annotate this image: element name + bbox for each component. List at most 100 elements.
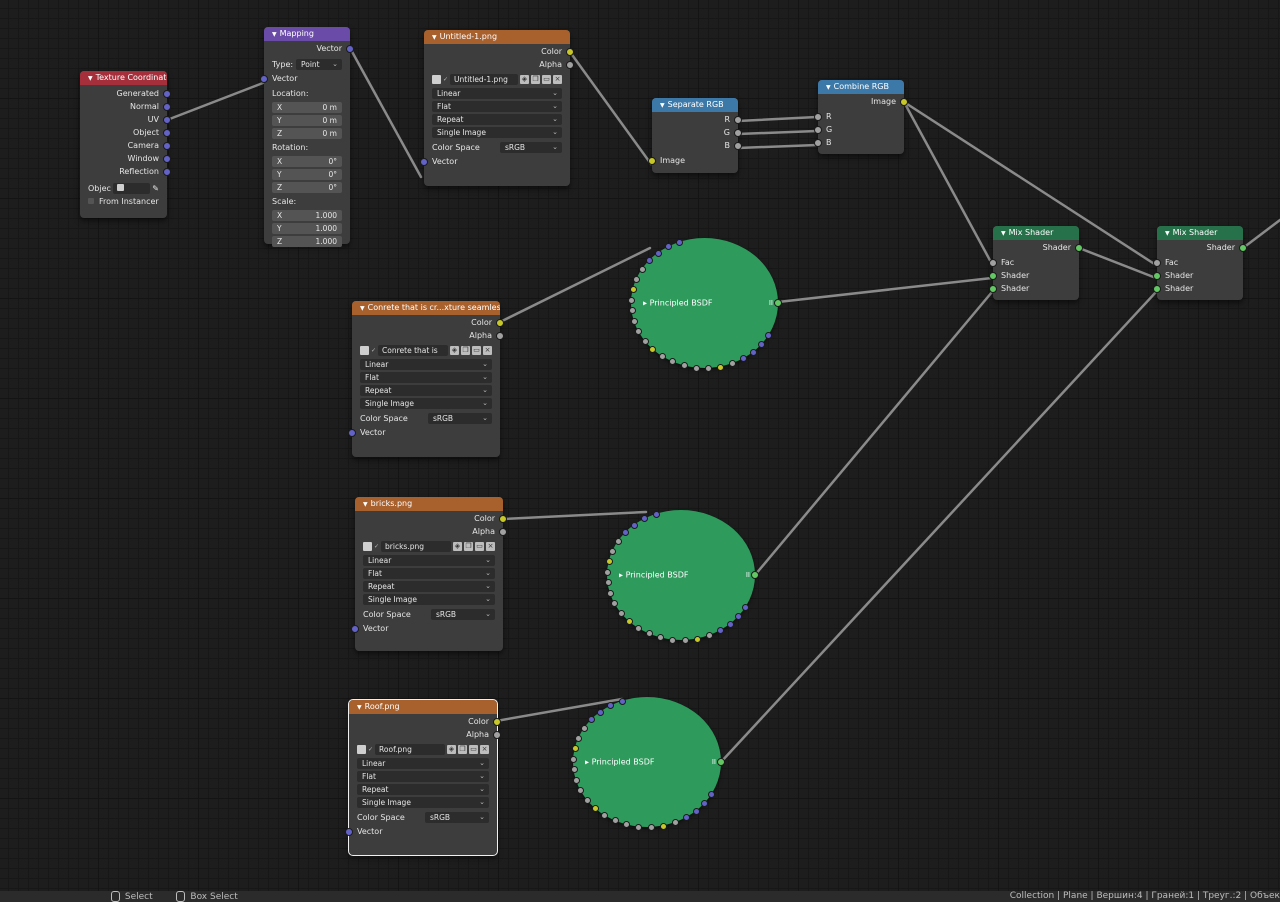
socket-vector-out[interactable] <box>346 45 354 53</box>
close-icon[interactable]: × <box>553 74 562 84</box>
socket-vector-in[interactable] <box>348 429 356 437</box>
bsdf-input-socket[interactable] <box>635 328 643 336</box>
socket-shader2-in[interactable] <box>989 285 997 293</box>
scale-x-field[interactable]: X 1.000 <box>272 210 342 221</box>
bsdf-input-socket[interactable] <box>758 341 766 349</box>
collapse-arrow-icon[interactable]: ▼ <box>1001 230 1006 237</box>
bsdf-input-socket[interactable] <box>570 766 578 774</box>
bsdf-input-socket[interactable] <box>633 275 641 283</box>
mix-shader-node[interactable]: ▼ Mix Shader Shader Fac Shader Shader <box>989 226 1083 300</box>
socket-vector-in[interactable] <box>351 625 359 633</box>
bsdf-input-socket[interactable] <box>735 613 743 621</box>
image-texture-header[interactable]: ▼ Untitled-1.png <box>424 30 570 44</box>
socket-color[interactable] <box>499 515 507 523</box>
collapse-arrow-icon[interactable]: ▼ <box>826 84 831 91</box>
source-dropdown[interactable]: Single Image ⌄ <box>360 398 492 409</box>
bsdf-input-socket[interactable] <box>611 817 619 825</box>
bsdf-input-socket[interactable] <box>681 636 689 644</box>
texture-coordinate-node[interactable]: ▼ Texture Coordinate Generated Normal UV … <box>80 71 171 218</box>
bsdf-input-socket[interactable] <box>742 604 750 612</box>
bsdf-input-socket[interactable] <box>631 521 639 529</box>
socket-image-out[interactable] <box>900 98 908 106</box>
socket-shader-out[interactable] <box>1075 244 1083 252</box>
bsdf-input-socket[interactable] <box>630 318 638 326</box>
bsdf-input-socket[interactable] <box>692 364 700 372</box>
image-icon[interactable] <box>363 541 372 551</box>
bsdf-input-socket[interactable] <box>665 243 673 251</box>
bsdf-input-socket[interactable] <box>739 355 747 363</box>
interpolation-dropdown[interactable]: Linear ⌄ <box>357 758 489 769</box>
socket-object[interactable] <box>163 129 171 137</box>
fake-user-shield-icon[interactable]: ◈ <box>447 744 456 754</box>
bsdf-input-socket[interactable] <box>634 624 642 632</box>
rotation-y-field[interactable]: Y 0° <box>272 169 342 180</box>
principled-bsdf-node[interactable]: ▸ Principled BSDF II <box>628 238 782 372</box>
combine-rgb-node[interactable]: ▼ Combine RGB Image R G B <box>814 80 908 154</box>
location-z-field[interactable]: Z0 m <box>272 128 342 139</box>
location-y-field[interactable]: Y0 m <box>272 115 342 126</box>
extension-dropdown[interactable]: Repeat ⌄ <box>363 581 495 592</box>
image-icon[interactable] <box>357 744 366 754</box>
projection-dropdown[interactable]: Flat ⌄ <box>360 372 492 383</box>
bsdf-input-socket[interactable] <box>605 557 613 565</box>
image-texture-node[interactable]: ▼ Untitled-1.png Color Alpha ✓ Untitled-1.… <box>420 30 574 186</box>
socket-color[interactable] <box>493 718 501 726</box>
bsdf-input-socket[interactable] <box>606 590 614 598</box>
socket-b[interactable] <box>734 142 742 150</box>
eyedropper-icon[interactable]: ✎ <box>152 184 159 193</box>
location-x-field[interactable]: X0 m <box>272 102 342 113</box>
scale-z-field[interactable]: Z 1.000 <box>272 236 342 247</box>
projection-dropdown[interactable]: Flat ⌄ <box>363 568 495 579</box>
bsdf-input-socket[interactable] <box>717 363 725 371</box>
socket-bsdf-out[interactable] <box>774 299 782 307</box>
color-space-dropdown[interactable]: sRGB ⌄ <box>431 609 495 620</box>
projection-dropdown[interactable]: Flat ⌄ <box>357 771 489 782</box>
bsdf-input-socket[interactable] <box>659 822 667 830</box>
bsdf-input-socket[interactable] <box>641 515 649 523</box>
socket-b-in[interactable] <box>814 139 822 147</box>
bsdf-input-socket[interactable] <box>615 537 623 545</box>
bsdf-input-socket[interactable] <box>604 568 612 576</box>
collapse-arrow-icon[interactable]: ▼ <box>357 704 362 711</box>
mapping-header[interactable]: ▼ Mapping <box>264 27 350 41</box>
image-name-field[interactable]: Conrete that is ... <box>378 344 448 356</box>
collapse-arrow-icon[interactable]: ▼ <box>360 305 365 312</box>
socket-bsdf-out[interactable] <box>751 571 759 579</box>
socket-g-in[interactable] <box>814 126 822 134</box>
socket-window[interactable] <box>163 155 171 163</box>
bsdf-input-socket[interactable] <box>623 821 631 829</box>
image-selector[interactable]: ✓ bricks.png ◈ ❐ ▭ × <box>355 539 503 553</box>
collapse-arrow-icon[interactable]: ▼ <box>272 31 277 38</box>
bsdf-input-socket[interactable] <box>572 777 580 785</box>
object-field[interactable] <box>112 182 151 194</box>
bsdf-input-socket[interactable] <box>635 823 643 831</box>
bsdf-input-socket[interactable] <box>708 791 716 799</box>
socket-camera[interactable] <box>163 142 171 150</box>
principled-bsdf-node[interactable]: ▸ Principled BSDF II <box>604 510 759 644</box>
bsdf-input-socket[interactable] <box>604 579 612 587</box>
image-texture-node[interactable]: ▼ bricks.png Color Alpha ✓ bricks.png ◈ ❐ ▭ × … <box>351 497 507 651</box>
interpolation-dropdown[interactable]: Linear ⌄ <box>363 555 495 566</box>
bsdf-input-socket[interactable] <box>575 734 583 742</box>
socket-fac-in[interactable] <box>1153 259 1161 267</box>
collapse-arrow-icon[interactable]: ▼ <box>432 34 437 41</box>
socket-normal[interactable] <box>163 103 171 111</box>
projection-dropdown[interactable]: Flat ⌄ <box>432 101 562 112</box>
socket-fac-in[interactable] <box>989 259 997 267</box>
bsdf-input-socket[interactable] <box>671 819 679 827</box>
socket-shader1-in[interactable] <box>989 272 997 280</box>
bsdf-input-socket[interactable] <box>629 285 637 293</box>
rotation-z-field[interactable]: Z 0° <box>272 182 342 193</box>
socket-shader2-in[interactable] <box>1153 285 1161 293</box>
image-texture-node[interactable]: ▼ Roof.png Color Alpha ✓ Roof.png ◈ ❐ ▭ × Line… <box>345 699 501 856</box>
bsdf-input-socket[interactable] <box>682 814 690 822</box>
duplicate-icon[interactable]: ❐ <box>461 345 470 355</box>
bsdf-input-socket[interactable] <box>628 307 636 315</box>
socket-alpha[interactable] <box>496 332 504 340</box>
socket-color[interactable] <box>496 319 504 327</box>
socket-g[interactable] <box>734 129 742 137</box>
bsdf-input-socket[interactable] <box>657 634 665 642</box>
socket-uv[interactable] <box>163 116 171 124</box>
socket-vector-in[interactable] <box>260 75 268 83</box>
socket-image-in[interactable] <box>648 157 656 165</box>
